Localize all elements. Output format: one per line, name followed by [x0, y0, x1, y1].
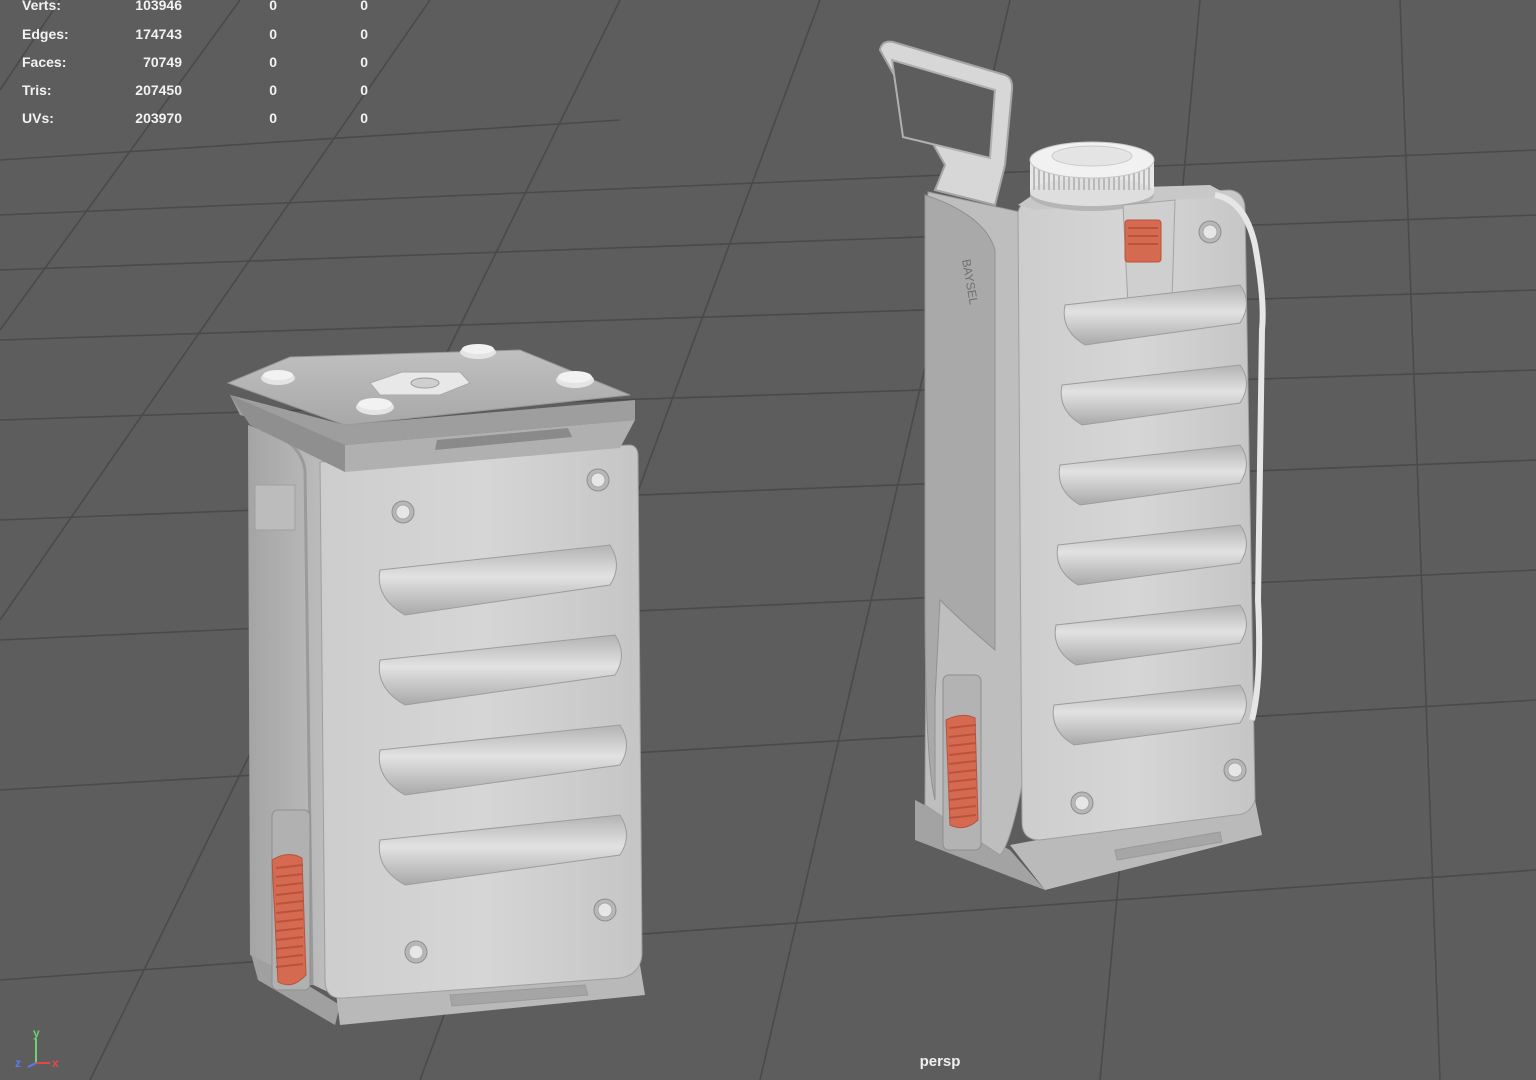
hud-row-tris: Tris: 207450 0 0 [0, 82, 390, 102]
hud-total: 207450 [135, 82, 182, 98]
hud-label: Faces: [22, 54, 67, 70]
front-panel [319, 444, 643, 999]
hud-selected: 0 [269, 82, 277, 98]
battery-box-closed[interactable] [226, 344, 645, 1025]
hud-label: Tris: [22, 82, 52, 98]
orange-top-latch[interactable] [1124, 219, 1162, 263]
hud-row-verts: Verts: 103946 0 0 [0, 0, 390, 17]
hud-label: Edges: [22, 26, 69, 42]
axis-y-label: y [33, 1026, 40, 1040]
hud-row-faces: Faces: 70749 0 0 [0, 54, 390, 74]
hud-row-edges: Edges: 174743 0 0 [0, 26, 390, 46]
hud-extra: 0 [360, 0, 368, 13]
3d-viewport[interactable]: BAYSEL Verts: 103946 0 0 Edges: 174743 0… [0, 0, 1536, 1080]
scene: BAYSEL [0, 0, 1536, 1080]
battery-box-with-handle[interactable]: BAYSEL [878, 40, 1266, 890]
hud-extra: 0 [360, 82, 368, 98]
camera-name-label: persp [919, 1053, 961, 1070]
hud-selected: 0 [269, 26, 277, 42]
hud-selected: 0 [269, 110, 277, 126]
poly-count-hud: Verts: 103946 0 0 Edges: 174743 0 0 Face… [0, 0, 390, 140]
hud-total: 174743 [135, 26, 182, 42]
hud-label: Verts: [22, 0, 61, 13]
hud-row-uvs: UVs: 203970 0 0 [0, 110, 390, 130]
hud-selected: 0 [269, 54, 277, 70]
floor-grid [0, 0, 1536, 1080]
hud-extra: 0 [360, 110, 368, 126]
hud-extra: 0 [360, 26, 368, 42]
hud-selected: 0 [269, 0, 277, 13]
hud-total: 203970 [135, 110, 182, 126]
fill-cap[interactable] [1029, 141, 1155, 211]
hud-total: 70749 [143, 54, 182, 70]
hud-label: UVs: [22, 110, 54, 126]
side-label-recess [254, 484, 296, 531]
hud-extra: 0 [360, 54, 368, 70]
hud-total: 103946 [135, 0, 182, 13]
